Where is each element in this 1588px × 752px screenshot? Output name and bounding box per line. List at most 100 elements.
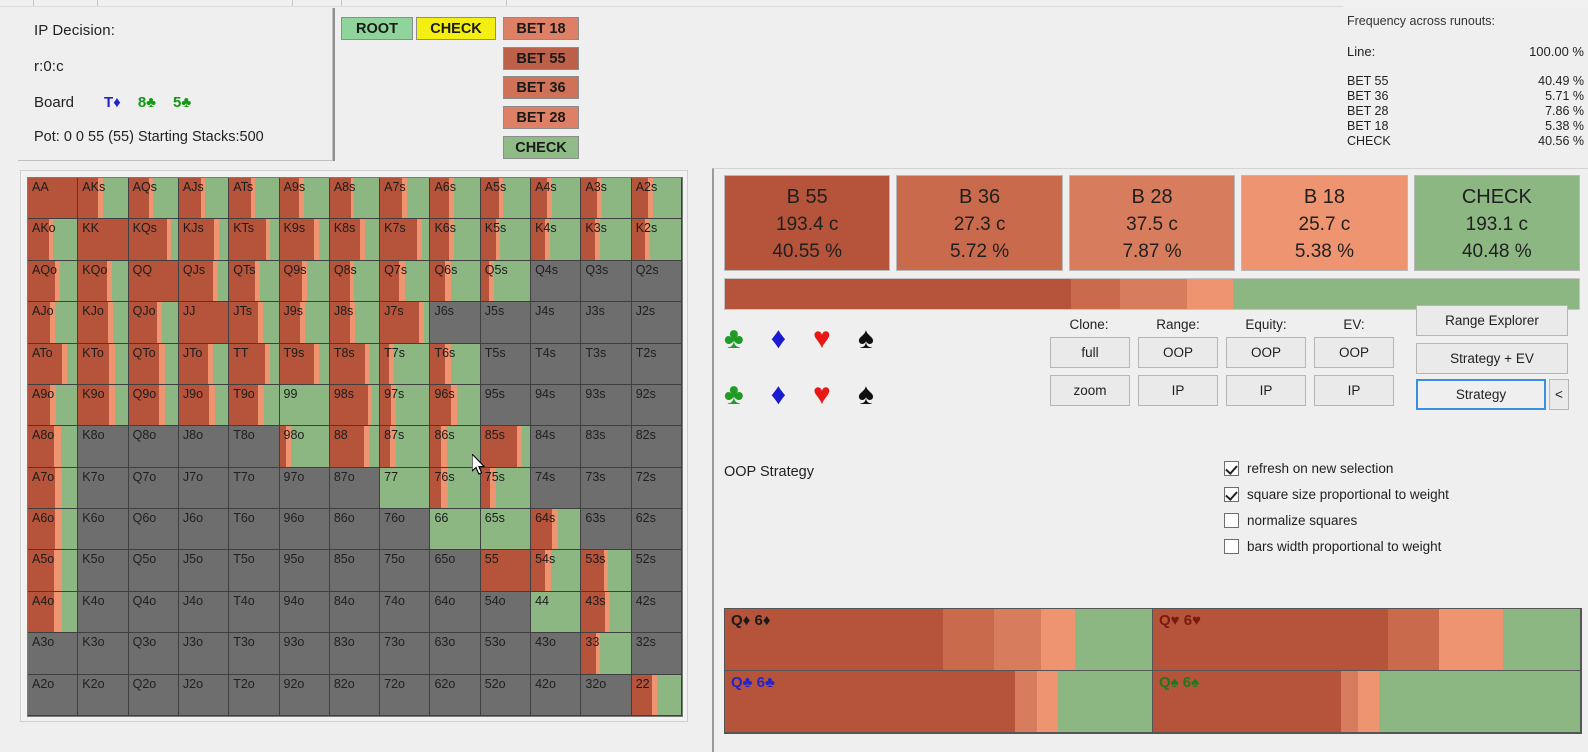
- matrix-cell[interactable]: 77: [380, 467, 431, 510]
- action-box-b-55[interactable]: B 55 193.4 c 40.55 %: [724, 175, 891, 271]
- toolbar-cell[interactable]: [297, 0, 343, 6]
- spade-suit-icon[interactable]: ♠: [858, 380, 874, 410]
- matrix-cell[interactable]: AJo: [28, 302, 79, 344]
- range-ip-button[interactable]: IP: [1138, 375, 1218, 406]
- action-box-b-36[interactable]: B 36 27.3 c 5.72 %: [896, 175, 1063, 271]
- matrix-cell[interactable]: 96o: [279, 509, 330, 551]
- matrix-cell[interactable]: J2o: [178, 674, 230, 716]
- checkbox-refresh[interactable]: [1224, 461, 1239, 476]
- matrix-cell[interactable]: 74s: [531, 467, 582, 510]
- matrix-cell[interactable]: T5o: [229, 550, 280, 592]
- matrix-cell[interactable]: 63s: [581, 509, 632, 551]
- checkbox-row[interactable]: square size proportional to weight: [1224, 487, 1449, 502]
- matrix-cell[interactable]: T4s: [531, 343, 582, 385]
- matrix-cell[interactable]: 99: [279, 384, 330, 427]
- matrix-cell[interactable]: Q6s: [430, 260, 481, 303]
- matrix-cell[interactable]: Q3s: [581, 260, 632, 303]
- matrix-cell[interactable]: 95s: [480, 384, 532, 427]
- range-explorer-button[interactable]: Range Explorer: [1416, 305, 1568, 336]
- matrix-cell[interactable]: 76o: [380, 509, 431, 551]
- matrix-cell[interactable]: 66: [430, 509, 481, 551]
- matrix-cell[interactable]: Q3o: [128, 633, 179, 675]
- checkbox-bars[interactable]: [1224, 539, 1239, 554]
- matrix-cell[interactable]: 52o: [480, 674, 532, 716]
- matrix-cell[interactable]: 32o: [581, 674, 632, 716]
- matrix-cell[interactable]: J4s: [531, 302, 582, 344]
- matrix-cell[interactable]: J6s: [430, 302, 481, 344]
- matrix-cell[interactable]: K3o: [78, 633, 129, 675]
- matrix-cell[interactable]: A8o: [28, 426, 79, 468]
- hand-bar[interactable]: Q♠ 6♠: [1153, 671, 1581, 733]
- matrix-cell[interactable]: 86o: [329, 509, 381, 551]
- matrix-cell[interactable]: A5o: [28, 550, 79, 592]
- hand-bar[interactable]: Q♣ 6♣: [725, 671, 1153, 733]
- matrix-cell[interactable]: K8s: [329, 219, 381, 261]
- matrix-cell[interactable]: KQo: [78, 260, 129, 303]
- tree-node-bet18[interactable]: BET 18: [503, 17, 579, 40]
- matrix-cell[interactable]: J7s: [380, 302, 431, 344]
- matrix-cell[interactable]: A7s: [380, 178, 431, 220]
- matrix-cell[interactable]: T9s: [279, 343, 330, 385]
- matrix-cell[interactable]: 74o: [380, 591, 431, 634]
- matrix-cell[interactable]: A6s: [430, 178, 481, 220]
- matrix-cell[interactable]: Q8s: [329, 260, 381, 303]
- matrix-cell[interactable]: AKo: [28, 219, 79, 261]
- matrix-cell[interactable]: 44: [531, 591, 582, 634]
- matrix-cell[interactable]: 93o: [279, 633, 330, 675]
- matrix-cell[interactable]: 43o: [531, 633, 582, 675]
- range-oop-button[interactable]: OOP: [1138, 337, 1218, 368]
- suit-filter-row-2[interactable]: ♣ ♦ ♥ ♠: [724, 380, 874, 410]
- matrix-cell[interactable]: 22: [631, 674, 682, 716]
- matrix-cell[interactable]: 87s: [380, 426, 431, 468]
- tree-node-check[interactable]: CHECK: [416, 17, 496, 40]
- matrix-cell[interactable]: 53s: [581, 550, 632, 592]
- matrix-cell[interactable]: 97o: [279, 467, 330, 510]
- matrix-cell[interactable]: 32s: [631, 633, 682, 675]
- matrix-cell[interactable]: 84s: [531, 426, 582, 468]
- matrix-cell[interactable]: 85s: [480, 426, 532, 468]
- hand-bar[interactable]: Q♥ 6♥: [1153, 609, 1581, 671]
- checkbox-square[interactable]: [1224, 487, 1239, 502]
- matrix-cell[interactable]: K7s: [380, 219, 431, 261]
- matrix-cell[interactable]: Q7s: [380, 260, 431, 303]
- matrix-cell[interactable]: J6o: [178, 509, 230, 551]
- matrix-cell[interactable]: 33: [581, 633, 632, 675]
- checkbox-row[interactable]: refresh on new selection: [1224, 461, 1449, 476]
- matrix-cell[interactable]: 88: [329, 426, 381, 468]
- matrix-cell[interactable]: QJo: [128, 302, 179, 344]
- matrix-cell[interactable]: 82s: [631, 426, 682, 468]
- matrix-cell[interactable]: 83s: [581, 426, 632, 468]
- matrix-cell[interactable]: K6s: [430, 219, 481, 261]
- action-box-b-18[interactable]: B 18 25.7 c 5.38 %: [1241, 175, 1408, 271]
- ev-ip-button[interactable]: IP: [1314, 375, 1394, 406]
- matrix-cell[interactable]: 53o: [480, 633, 532, 675]
- matrix-cell[interactable]: T6o: [229, 509, 280, 551]
- matrix-cell[interactable]: 87o: [329, 467, 381, 510]
- matrix-cell[interactable]: KJo: [78, 302, 129, 344]
- matrix-cell[interactable]: T4o: [229, 591, 280, 634]
- matrix-cell[interactable]: Q4s: [531, 260, 582, 303]
- matrix-cell[interactable]: A2s: [631, 178, 682, 220]
- matrix-cell[interactable]: K2o: [78, 674, 129, 716]
- matrix-cell[interactable]: T6s: [430, 343, 481, 385]
- matrix-cell[interactable]: A9s: [279, 178, 330, 220]
- matrix-cell[interactable]: Q9o: [128, 384, 179, 427]
- matrix-cell[interactable]: 42s: [631, 591, 682, 634]
- matrix-cell[interactable]: Q8o: [128, 426, 179, 468]
- matrix-cell[interactable]: A9o: [28, 384, 79, 427]
- matrix-cell[interactable]: 86s: [430, 426, 481, 468]
- matrix-cell[interactable]: KK: [78, 219, 129, 261]
- matrix-cell[interactable]: A8s: [329, 178, 381, 220]
- matrix-cell[interactable]: Q5s: [480, 260, 532, 303]
- matrix-cell[interactable]: K3s: [581, 219, 632, 261]
- matrix-cell[interactable]: 65o: [430, 550, 481, 592]
- matrix-cell[interactable]: 83o: [329, 633, 381, 675]
- matrix-cell[interactable]: 63o: [430, 633, 481, 675]
- tree-node-bet36[interactable]: BET 36: [503, 76, 579, 99]
- matrix-cell[interactable]: JTs: [229, 302, 280, 344]
- matrix-cell[interactable]: 82o: [329, 674, 381, 716]
- matrix-cell[interactable]: ATs: [229, 178, 280, 220]
- matrix-cell[interactable]: AQo: [28, 260, 79, 303]
- club-suit-icon[interactable]: ♣: [724, 380, 744, 410]
- matrix-cell[interactable]: J3o: [178, 633, 230, 675]
